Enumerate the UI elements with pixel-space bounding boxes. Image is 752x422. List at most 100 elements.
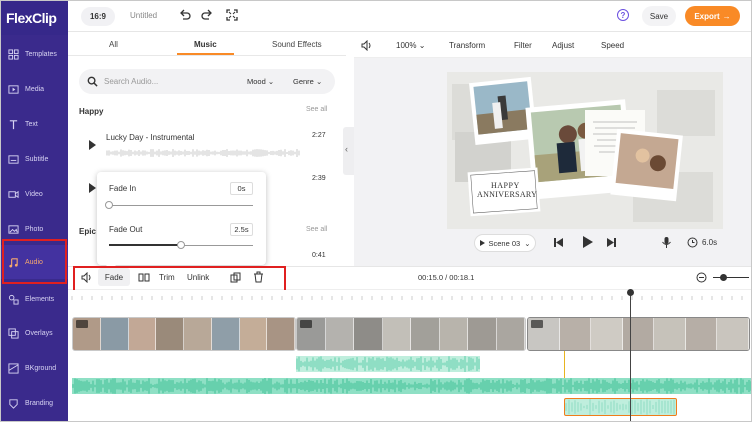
save-button[interactable]: Save [642,6,676,26]
project-title[interactable]: Untitled [130,11,157,20]
video-clip[interactable] [72,317,296,351]
microphone-icon[interactable] [661,236,672,249]
trim-icon [138,273,150,282]
clip-badge [76,320,88,328]
audio-track-clip[interactable] [72,378,751,394]
see-all-happy[interactable]: See all [306,106,327,113]
sidebar-item-label: Elements [25,295,55,303]
next-scene-icon[interactable] [606,237,617,248]
sidebar-item-video[interactable]: Video [1,177,68,211]
unlink-button[interactable]: Unlink [187,273,209,282]
video-clip-selected[interactable] [527,317,750,351]
trim-button[interactable]: Trim [159,273,175,282]
play-small-icon [479,240,485,246]
volume-dropdown[interactable]: 100% ⌄ [396,41,425,50]
time-readout: 00:15.0 / 00:18.1 [418,273,475,282]
clip-badge [300,320,312,328]
aspect-ratio-button[interactable]: 16:9 [81,7,115,26]
scene-duration: 6.0s [702,238,718,247]
audio-track-clip-selected[interactable] [564,398,677,416]
sidebar-item-bkground[interactable]: BKground [1,351,68,385]
export-button[interactable]: Export → [685,6,740,26]
fade-out-label: Fade Out [109,225,143,234]
tab-sound-effects[interactable]: Sound Effects [272,40,322,49]
playhead-handle[interactable] [627,289,634,296]
speed-button[interactable]: Speed [601,41,624,50]
sidebar-item-photo[interactable]: Photo [1,212,68,246]
tab-all[interactable]: All [109,40,118,49]
zoom-slider-knob[interactable] [720,274,727,281]
clip-thumbnails [297,318,525,350]
sidebar-item-label: BKground [25,364,57,372]
export-label: Export [694,11,720,21]
sidebar-item-label: Video [25,190,43,198]
fade-out-slider-fill [109,244,181,246]
previous-scene-icon[interactable] [553,237,564,248]
redo-icon[interactable] [200,8,214,22]
fullscreen-icon[interactable] [225,8,239,22]
fade-out-slider-knob[interactable] [177,241,185,249]
fade-in-slider-track[interactable] [109,205,253,206]
track-duration: 2:27 [312,132,326,139]
chevron-left-icon: ‹ [345,144,348,154]
section-title-epic: Epic [79,227,96,236]
track-title[interactable]: Lucky Day - Instrumental [106,133,194,142]
chevron-down-icon: ⌄ [267,77,275,86]
volume-icon[interactable] [81,272,93,283]
volume-value: 100% [396,41,417,50]
zoom-slider-track[interactable] [713,277,749,278]
subtitle-icon [8,154,19,164]
collapse-panel-handle[interactable]: ‹ [343,127,354,175]
play-button-icon[interactable] [580,235,594,249]
mood-dropdown[interactable]: Mood ⌄ [247,77,274,86]
sidebar-item-text[interactable]: Text [1,107,68,141]
audio-waveform [565,399,675,415]
audio-track-clip[interactable] [296,356,480,372]
transform-button[interactable]: Transform [449,41,485,50]
zoom-out-icon[interactable] [696,272,707,283]
search-input[interactable]: Search Audio... [104,77,158,86]
audio-waveform [72,378,751,394]
see-all-epic[interactable]: See all [306,226,327,233]
sidebar-item-label: Media [25,85,45,93]
sidebar-item-elements[interactable]: Elements [1,282,68,316]
fade-button[interactable]: Fade [98,268,130,286]
audio-search-bar[interactable]: Search Audio... Mood ⌄ Genre ⌄ [79,69,335,94]
genre-dropdown[interactable]: Genre ⌄ [293,77,322,86]
undo-icon[interactable] [178,8,192,22]
sidebar-item-branding[interactable]: Branding [1,386,68,420]
sidebar-item-templates[interactable]: Templates [1,37,68,71]
text-icon [9,119,18,129]
play-icon[interactable] [89,183,96,193]
tab-music[interactable]: Music [194,40,217,49]
sidebar-item-subtitle[interactable]: Subtitle [1,142,68,176]
timeline-ruler[interactable] [68,290,752,300]
sidebar-item-label: Subtitle [25,155,49,163]
play-icon[interactable] [89,140,96,150]
video-canvas[interactable]: HAPPY ANNIVERSARY [447,72,723,229]
volume-icon[interactable] [361,40,373,51]
sidebar-item-media[interactable]: Media [1,72,68,106]
card-text-anniversary: ANNIVERSARY [477,190,538,199]
logo[interactable]: FlexClip [1,1,68,35]
overlays-icon [8,327,19,339]
video-clip[interactable] [296,317,526,351]
sidebar-item-audio[interactable]: Audio [1,245,68,279]
scene-button[interactable]: Scene 03 ⌄ [474,234,536,252]
playhead[interactable] [630,290,631,421]
fade-in-value[interactable]: 0s [230,182,253,195]
branding-icon [9,398,18,409]
elements-icon [8,294,19,305]
trash-icon[interactable] [253,271,264,283]
search-icon [87,76,98,87]
fade-out-value[interactable]: 2.5s [230,223,253,236]
adjust-button[interactable]: Adjust [552,41,574,50]
filter-button[interactable]: Filter [514,41,532,50]
duplicate-icon[interactable] [230,272,241,283]
clip-thumbnails [73,318,295,350]
track-waveform [106,149,300,157]
help-icon[interactable]: ? [617,9,629,21]
fade-in-slider-knob[interactable] [105,201,113,209]
sidebar-item-overlays[interactable]: Overlays [1,316,68,350]
section-title-happy: Happy [79,107,104,116]
